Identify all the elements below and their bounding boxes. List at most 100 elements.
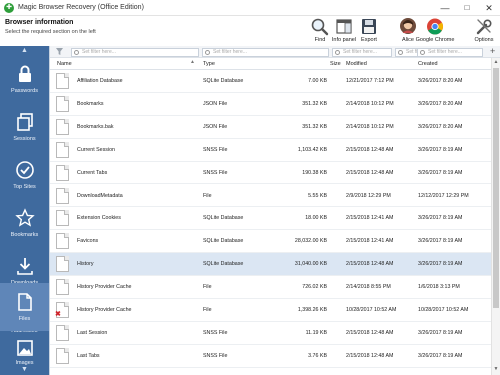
table-row[interactable]: ✖ History Provider Cache File 1,398.26 KB 10… <box>50 299 500 322</box>
user-avatar-icon <box>400 18 416 34</box>
size-filter-input[interactable]: Set filter here... <box>332 48 392 57</box>
options-button[interactable]: Options <box>470 17 498 45</box>
table-row[interactable]: Extension Cookies SQLite Database 18.00 KB… <box>50 207 500 231</box>
file-created-cell: 1/6/2018 3:13 PM <box>418 284 460 291</box>
table-row[interactable]: Current Session SNSS File 1,103.42 KB 2/15/… <box>50 139 500 162</box>
header-toolbar: Browser information Select the required … <box>0 16 500 46</box>
column-header-name[interactable]: Name <box>57 61 72 67</box>
table-row[interactable]: History Provider Cache File 726.02 KB 2/14/… <box>50 276 500 299</box>
file-size-cell: 31,040.00 KB <box>294 261 327 268</box>
image-icon <box>16 340 33 356</box>
add-column-button[interactable]: + <box>490 46 495 56</box>
sidebar-item-label: Bookmarks <box>10 232 39 238</box>
file-created-cell: 3/26/2017 8:20 AM <box>418 100 463 107</box>
export-button[interactable]: Export <box>355 17 383 45</box>
column-header-type[interactable]: Type <box>203 61 215 67</box>
file-size-cell: 190.38 KB <box>302 169 327 176</box>
file-table-body: Affiliation Database SQLite Database 7.00 … <box>50 70 500 375</box>
file-name-cell: History <box>77 261 94 268</box>
wrench-icon <box>476 19 492 35</box>
file-name-cell: History Provider Cache <box>77 307 132 313</box>
file-icon <box>56 95 69 112</box>
sidebar-scroll-up-button[interactable]: ▲ <box>0 46 49 55</box>
sidebar-scroll-down-button[interactable]: ▼ <box>0 365 49 374</box>
file-icon <box>56 256 69 273</box>
table-row[interactable]: Current Tabs SNSS File 190.38 KB 2/15/2018 … <box>50 162 500 185</box>
file-size-cell: 1,398.26 KB <box>297 307 327 313</box>
table-row[interactable]: Last Session SNSS File 11.19 KB 2/15/2018 1… <box>50 322 500 345</box>
file-modified-cell: 2/9/2018 12:29 PM <box>346 192 391 199</box>
sidebar-item-bookmarks[interactable]: Bookmarks <box>0 199 49 247</box>
file-icon <box>56 324 69 341</box>
file-name-cell: Last Tabs <box>77 352 100 359</box>
scrollbar-thumb[interactable] <box>493 68 499 308</box>
download-icon <box>16 258 33 275</box>
file-type-cell: File <box>203 284 212 291</box>
chrome-icon <box>427 18 443 35</box>
close-button[interactable]: ✕ <box>478 0 500 16</box>
file-created-cell: 3/26/2017 8:20 AM <box>418 78 463 84</box>
file-size-cell: 18.00 KB <box>305 215 327 222</box>
scroll-up-arrow-icon[interactable]: ▲ <box>492 59 500 65</box>
export-label: Export <box>361 37 377 43</box>
sidebar-item-passwords[interactable]: Passwords <box>0 55 49 103</box>
file-modified-cell: 2/15/2018 12:48 AM <box>346 352 394 359</box>
scroll-down-arrow-icon[interactable]: ▼ <box>492 366 500 372</box>
table-row[interactable]: Last Tabs SNSS File 3.76 KB 2/15/2018 12:48… <box>50 345 500 368</box>
star-icon <box>14 208 35 227</box>
window-title: Magic Browser Recovery (Office Edition) <box>18 4 144 11</box>
file-name-cell: Last Session <box>77 329 108 336</box>
file-created-cell: 3/26/2017 8:19 AM <box>418 329 463 336</box>
minimize-button[interactable]: — <box>434 0 456 16</box>
column-header-created[interactable]: Created <box>418 61 438 67</box>
file-created-cell: 3/26/2017 8:19 AM <box>418 261 463 268</box>
file-icon <box>56 233 69 250</box>
vertical-scrollbar[interactable]: ▲ ▼ <box>491 58 500 375</box>
table-row[interactable]: Affiliation Database SQLite Database 7.00 … <box>50 70 500 93</box>
file-modified-cell: 2/14/2018 10:12 PM <box>346 100 394 107</box>
sidebar-item-sessions[interactable]: Sessions <box>0 103 49 151</box>
table-row[interactable]: DownloadMetadata File 5.55 KB 2/9/2018 12:2… <box>50 185 500 208</box>
table-row[interactable]: History SQLite Database 31,040.00 KB 2/15/2… <box>50 253 500 277</box>
column-header-size[interactable]: Size <box>330 61 341 67</box>
sidebar-item-label: Top Sites <box>13 184 36 190</box>
file-type-cell: File <box>203 192 212 199</box>
file-list-panel: Set filter here... Set filter here... Se… <box>49 46 500 375</box>
file-name-cell: DownloadMetadata <box>77 192 123 199</box>
file-type-cell: SQLite Database <box>203 261 244 268</box>
name-filter-input[interactable]: Set filter here... <box>71 48 199 57</box>
sidebar-item-top-sites[interactable]: Top Sites <box>0 151 49 199</box>
table-row[interactable]: Bookmarks.bak JSON File 351.32 KB 2/14/2018… <box>50 116 500 139</box>
table-row[interactable]: Bookmarks JSON File 351.32 KB 2/14/2018 10:… <box>50 93 500 116</box>
info-panel-button[interactable]: Info panel <box>330 17 358 45</box>
info-panel-label: Info panel <box>331 37 357 43</box>
type-filter-input[interactable]: Set filter here... <box>202 48 329 57</box>
file-icon <box>56 118 69 135</box>
file-type-cell: File <box>203 307 212 313</box>
file-size-cell: 28,032.00 KB <box>294 238 327 245</box>
created-filter-input[interactable]: Set filter here... <box>417 48 483 57</box>
sidebar-item-files[interactable]: Files <box>0 283 49 331</box>
file-type-cell: JSON File <box>203 100 228 107</box>
file-size-cell: 7.00 KB <box>308 78 327 84</box>
lock-icon <box>18 65 31 82</box>
table-row[interactable]: Favicons SQLite Database 28,032.00 KB 2/15/… <box>50 230 500 254</box>
file-size-cell: 11.19 KB <box>305 329 327 336</box>
file-icon <box>56 347 69 364</box>
file-modified-cell: 2/14/2018 10:12 PM <box>346 123 394 130</box>
column-header-modified[interactable]: Modified <box>346 61 367 67</box>
file-icon <box>56 141 69 158</box>
file-type-cell: SNSS File <box>203 146 228 153</box>
file-size-cell: 726.02 KB <box>302 284 327 291</box>
file-created-cell: 3/26/2017 8:19 AM <box>418 352 463 359</box>
sidebar-item-label: Passwords <box>11 88 38 94</box>
options-label: Options <box>474 37 494 43</box>
info-panel-icon <box>336 19 352 34</box>
maximize-button[interactable]: □ <box>456 0 478 16</box>
page-title: Browser information <box>5 19 74 26</box>
floppy-disk-icon <box>362 19 376 34</box>
google-chrome-button[interactable]: Google Chrome <box>416 17 454 45</box>
deleted-file-icon: ✖ <box>55 311 61 318</box>
file-name-cell: Current Tabs <box>77 169 108 176</box>
column-headers: ▲ Name Type Size Modified Created <box>50 58 500 70</box>
